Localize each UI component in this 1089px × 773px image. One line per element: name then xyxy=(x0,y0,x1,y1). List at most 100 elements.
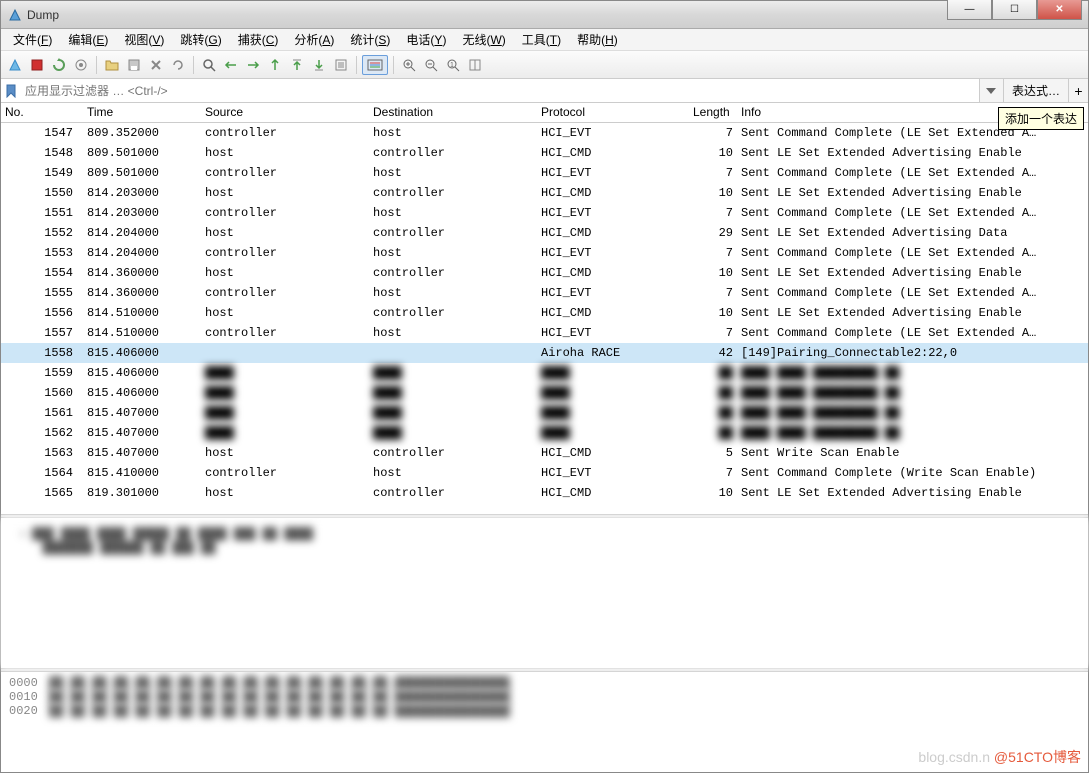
packet-row[interactable]: 1549809.501000controllerhostHCI_EVT7Sent… xyxy=(1,163,1088,183)
packet-details-pane[interactable]: ▷███ ████ ████ █████ ██ ████ ███ ██ ████… xyxy=(1,518,1088,668)
last-icon[interactable] xyxy=(309,55,329,75)
menu-分析[interactable]: 分析(A) xyxy=(286,29,342,50)
byte-line[interactable]: 0010██ ██ ██ ██ ██ ██ ██ ██ ██ ██ ██ ██ … xyxy=(9,690,1080,704)
cell-no: 1554 xyxy=(1,266,83,280)
menu-捕获[interactable]: 捕获(C) xyxy=(230,29,287,50)
byte-line[interactable]: 0000██ ██ ██ ██ ██ ██ ██ ██ ██ ██ ██ ██ … xyxy=(9,676,1080,690)
cell-length: 7 xyxy=(689,206,737,220)
resize-columns-icon[interactable] xyxy=(465,55,485,75)
cell-time: 815.406000 xyxy=(83,386,201,400)
cell-length: 7 xyxy=(689,326,737,340)
cell-source: ████ xyxy=(201,426,369,440)
svg-text:1: 1 xyxy=(450,62,454,69)
open-file-icon[interactable] xyxy=(102,55,122,75)
menu-工具[interactable]: 工具(T) xyxy=(514,29,569,50)
cell-destination: ████ xyxy=(369,426,537,440)
packet-row[interactable]: 1560815.406000██████████████████ ████ ██… xyxy=(1,383,1088,403)
menu-无线[interactable]: 无线(W) xyxy=(454,29,513,50)
reload-icon[interactable] xyxy=(168,55,188,75)
cell-destination: controller xyxy=(369,186,537,200)
restart-capture-icon[interactable] xyxy=(49,55,69,75)
cell-time: 815.407000 xyxy=(83,426,201,440)
menu-文件[interactable]: 文件(F) xyxy=(5,29,60,50)
packet-row[interactable]: 1564815.410000controllerhostHCI_EVT7Sent… xyxy=(1,463,1088,483)
menu-跳转[interactable]: 跳转(G) xyxy=(172,29,229,50)
packet-row[interactable]: 1561815.407000██████████████████ ████ ██… xyxy=(1,403,1088,423)
titlebar[interactable]: Dump — ☐ ✕ xyxy=(1,1,1088,29)
cell-protocol: HCI_CMD xyxy=(537,226,689,240)
col-time[interactable]: Time xyxy=(83,103,201,122)
zoom-reset-icon[interactable]: 1 xyxy=(443,55,463,75)
save-file-icon[interactable] xyxy=(124,55,144,75)
cell-no: 1552 xyxy=(1,226,83,240)
col-source[interactable]: Source xyxy=(201,103,369,122)
packet-row[interactable]: 1559815.406000██████████████████ ████ ██… xyxy=(1,363,1088,383)
menu-统计[interactable]: 统计(S) xyxy=(342,29,398,50)
cell-source: controller xyxy=(201,166,369,180)
find-icon[interactable] xyxy=(199,55,219,75)
packet-row[interactable]: 1555814.360000controllerhostHCI_EVT7Sent… xyxy=(1,283,1088,303)
packet-row[interactable]: 1550814.203000hostcontrollerHCI_CMD10Sen… xyxy=(1,183,1088,203)
menu-帮助[interactable]: 帮助(H) xyxy=(569,29,626,50)
filter-dropdown-icon[interactable] xyxy=(979,79,1003,102)
prev-icon[interactable] xyxy=(221,55,241,75)
packet-row[interactable]: 1557814.510000controllerhostHCI_EVT7Sent… xyxy=(1,323,1088,343)
toolbar-separator xyxy=(193,56,194,74)
colorize-icon[interactable] xyxy=(362,55,388,75)
col-protocol[interactable]: Protocol xyxy=(537,103,689,122)
packet-rows[interactable]: 1547809.352000controllerhostHCI_EVT7Sent… xyxy=(1,123,1088,514)
first-icon[interactable] xyxy=(287,55,307,75)
window-title: Dump xyxy=(27,8,947,22)
start-capture-icon[interactable] xyxy=(5,55,25,75)
col-destination[interactable]: Destination xyxy=(369,103,537,122)
zoom-out-icon[interactable] xyxy=(421,55,441,75)
stop-capture-icon[interactable] xyxy=(27,55,47,75)
cell-no: 1549 xyxy=(1,166,83,180)
packet-row[interactable]: 1558815.406000Airoha RACE42[149]Pairing_… xyxy=(1,343,1088,363)
byte-line[interactable]: 0020██ ██ ██ ██ ██ ██ ██ ██ ██ ██ ██ ██ … xyxy=(9,704,1080,718)
close-button[interactable]: ✕ xyxy=(1037,0,1082,20)
cell-length: 10 xyxy=(689,186,737,200)
cell-no: 1553 xyxy=(1,246,83,260)
packet-row[interactable]: 1548809.501000hostcontrollerHCI_CMD10Sen… xyxy=(1,143,1088,163)
col-length[interactable]: Length xyxy=(689,103,737,122)
packet-row[interactable]: 1554814.360000hostcontrollerHCI_CMD10Sen… xyxy=(1,263,1088,283)
cell-source: host xyxy=(201,266,369,280)
add-filter-button[interactable]: + xyxy=(1068,79,1088,102)
zoom-in-icon[interactable] xyxy=(399,55,419,75)
packet-row[interactable]: 1552814.204000hostcontrollerHCI_CMD29Sen… xyxy=(1,223,1088,243)
cell-length: 7 xyxy=(689,126,737,140)
menu-视图[interactable]: 视图(V) xyxy=(116,29,172,50)
options-icon[interactable] xyxy=(71,55,91,75)
column-headers[interactable]: No. Time Source Destination Protocol Len… xyxy=(1,103,1088,123)
cell-time: 814.510000 xyxy=(83,306,201,320)
packet-row[interactable]: 1547809.352000controllerhostHCI_EVT7Sent… xyxy=(1,123,1088,143)
goto-icon[interactable] xyxy=(265,55,285,75)
cell-info: Sent LE Set Extended Advertising Enable xyxy=(737,146,1088,160)
cell-length: 10 xyxy=(689,146,737,160)
cell-time: 809.501000 xyxy=(83,146,201,160)
cell-source: ████ xyxy=(201,366,369,380)
packet-row[interactable]: 1556814.510000hostcontrollerHCI_CMD10Sen… xyxy=(1,303,1088,323)
cell-no: 1559 xyxy=(1,366,83,380)
bookmark-icon[interactable] xyxy=(1,79,21,102)
autoscroll-icon[interactable] xyxy=(331,55,351,75)
packet-row[interactable]: 1553814.204000controllerhostHCI_EVT7Sent… xyxy=(1,243,1088,263)
cell-length: 7 xyxy=(689,166,737,180)
expression-button[interactable]: 表达式… xyxy=(1003,79,1068,102)
display-filter-input[interactable] xyxy=(21,79,979,102)
maximize-button[interactable]: ☐ xyxy=(992,0,1037,20)
close-file-icon[interactable] xyxy=(146,55,166,75)
packet-row[interactable]: 1563815.407000hostcontrollerHCI_CMD5Sent… xyxy=(1,443,1088,463)
menu-电话[interactable]: 电话(Y) xyxy=(398,29,454,50)
cell-info: Sent Command Complete (LE Set Extended A… xyxy=(737,286,1088,300)
cell-time: 815.406000 xyxy=(83,346,201,360)
cell-destination: host xyxy=(369,246,537,260)
menu-编辑[interactable]: 编辑(E) xyxy=(60,29,116,50)
next-icon[interactable] xyxy=(243,55,263,75)
minimize-button[interactable]: — xyxy=(947,0,992,20)
packet-row[interactable]: 1565819.301000hostcontrollerHCI_CMD10Sen… xyxy=(1,483,1088,503)
packet-row[interactable]: 1551814.203000controllerhostHCI_EVT7Sent… xyxy=(1,203,1088,223)
packet-row[interactable]: 1562815.407000██████████████████ ████ ██… xyxy=(1,423,1088,443)
col-no[interactable]: No. xyxy=(1,103,83,122)
